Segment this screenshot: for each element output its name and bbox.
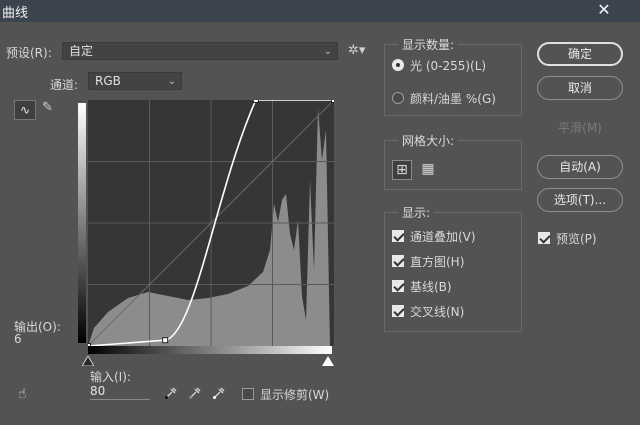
channel-value: RGB bbox=[95, 74, 121, 88]
baseline-label: 基线(B) bbox=[410, 280, 452, 294]
preset-label: 预设(R): bbox=[6, 46, 52, 60]
curve-control-point[interactable] bbox=[252, 100, 259, 103]
preset-select[interactable]: 自定 ⌄ bbox=[62, 42, 338, 60]
curve-point-icon[interactable]: ∿ bbox=[14, 100, 36, 120]
show-clipping-checkbox[interactable] bbox=[242, 388, 254, 400]
output-value[interactable]: 6 bbox=[14, 332, 22, 346]
cancel-button[interactable]: 取消 bbox=[537, 76, 623, 100]
radio-pigment[interactable] bbox=[392, 92, 404, 104]
intersection-line-label: 交叉线(N) bbox=[410, 305, 465, 319]
grid-size-title: 网格大小: bbox=[398, 132, 459, 149]
gear-icon[interactable]: ✲▾ bbox=[348, 43, 365, 58]
pencil-icon[interactable]: ✎ bbox=[42, 100, 53, 115]
window-title: 曲线 bbox=[2, 6, 29, 21]
histogram-checkbox[interactable] bbox=[392, 255, 404, 267]
radio-light-label: 光 (0-255)(L) bbox=[410, 59, 487, 73]
display-title: 显示: bbox=[398, 204, 435, 221]
white-point-slider[interactable] bbox=[322, 356, 334, 366]
curve-control-point[interactable] bbox=[162, 337, 169, 344]
title-bar: 曲线 ✕ bbox=[0, 0, 640, 22]
input-value[interactable]: 80 bbox=[90, 384, 105, 398]
auto-button[interactable]: 自动(A) bbox=[537, 155, 623, 179]
chevron-down-icon: ⌄ bbox=[323, 46, 332, 57]
channel-label: 通道: bbox=[50, 78, 79, 92]
white-slider-triangle[interactable] bbox=[322, 356, 334, 366]
grid-4-icon[interactable]: ⊞ bbox=[392, 160, 412, 180]
close-icon[interactable]: ✕ bbox=[582, 0, 626, 22]
channel-select[interactable]: RGB ⌄ bbox=[88, 72, 182, 90]
show-clipping-label: 显示修剪(W) bbox=[260, 388, 330, 402]
output-gradient-bar bbox=[78, 103, 86, 343]
intersection-line-checkbox[interactable] bbox=[392, 305, 404, 317]
input-gradient-bar bbox=[88, 346, 332, 354]
preset-value: 自定 bbox=[69, 44, 94, 58]
eyedropper-white-icon[interactable] bbox=[212, 386, 226, 400]
preview-label: 预览(P) bbox=[556, 232, 597, 246]
black-slider-triangle[interactable] bbox=[82, 356, 94, 366]
curve-graph[interactable] bbox=[88, 100, 334, 346]
channel-overlay-checkbox[interactable] bbox=[392, 230, 404, 242]
target-adjust-hand-icon[interactable]: ☝ bbox=[18, 386, 27, 402]
grid-10-icon[interactable]: ▦ bbox=[418, 160, 438, 180]
histogram-label: 直方图(H) bbox=[410, 255, 465, 269]
eyedropper-black-icon[interactable] bbox=[164, 386, 178, 400]
curve-control-point[interactable] bbox=[331, 100, 335, 103]
baseline-checkbox[interactable] bbox=[392, 280, 404, 292]
ok-button[interactable]: 确定 bbox=[537, 42, 623, 66]
smooth-button[interactable]: 平滑(M) bbox=[537, 116, 623, 140]
curve-control-point[interactable] bbox=[88, 343, 91, 347]
preview-checkbox[interactable] bbox=[538, 232, 550, 244]
eyedropper-gray-icon[interactable] bbox=[188, 386, 202, 400]
black-point-slider[interactable] bbox=[82, 356, 94, 366]
options-button[interactable]: 选项(T)... bbox=[537, 188, 623, 212]
input-label: 输入(I): bbox=[90, 370, 131, 384]
radio-pigment-label: 颜料/油墨 %(G) bbox=[410, 92, 496, 106]
chevron-down-icon: ⌄ bbox=[167, 76, 176, 87]
display-amount-title: 显示数量: bbox=[398, 36, 459, 53]
input-field[interactable]: 80 bbox=[90, 384, 150, 400]
radio-light[interactable] bbox=[392, 59, 404, 71]
channel-overlay-label: 通道叠加(V) bbox=[410, 230, 476, 244]
